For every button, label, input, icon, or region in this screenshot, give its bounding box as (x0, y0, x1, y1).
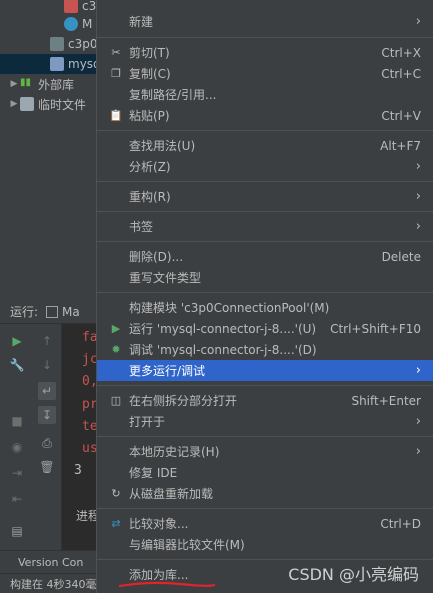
arrow-up-icon[interactable]: ↑ (38, 332, 56, 350)
wrench-icon[interactable]: 🔧 (8, 356, 26, 374)
menu-item-copy[interactable]: ❐ 复制(C) Ctrl+C (97, 63, 433, 84)
run-icon: ▶ (111, 321, 121, 335)
menu-item-analyze[interactable]: 分析(Z) › (97, 156, 433, 177)
menu-item-paste[interactable]: 📋 粘贴(P) Ctrl+V (97, 105, 433, 126)
rerun-icon[interactable]: ▶ (8, 332, 26, 350)
menu-item-cut[interactable]: ✂ 剪切(T) Ctrl+X (97, 42, 433, 63)
menu-item-debug[interactable]: ✹ 调试 'mysql-connector-j-8....'(D) (97, 339, 433, 360)
login-icon[interactable]: ⇥ (8, 464, 26, 482)
scratch-icon (20, 97, 34, 111)
menu-item-refactor[interactable]: 重构(R) › (97, 186, 433, 207)
compare-icon: ⇄ (111, 516, 121, 530)
chevron-right-icon: › (415, 219, 421, 234)
menu-separator (97, 181, 433, 182)
cut-icon: ✂ (111, 45, 121, 59)
tree-item-main-class[interactable]: M (64, 14, 96, 34)
watermark: CSDN @小亮编码 (288, 565, 419, 584)
debug-icon: ✹ (111, 342, 121, 356)
chevron-right-icon: › (415, 159, 421, 174)
version-control-tab[interactable]: Version Con (18, 556, 83, 569)
exit-icon[interactable]: ⇤ (8, 490, 26, 508)
split-icon: ◫ (110, 393, 122, 407)
library-icon: ▮▮ (20, 77, 32, 88)
menu-separator (97, 292, 433, 293)
chevron-right-icon: › (415, 189, 421, 204)
menu-item-more-run-debug[interactable]: 更多运行/调试 › (97, 360, 433, 381)
menu-item-compare-with[interactable]: ⇄ 比较对象... Ctrl+D (97, 513, 433, 534)
chevron-right-icon: › (415, 414, 421, 429)
menu-item-reload-from-disk[interactable]: ↻ 从磁盘重新加载 (97, 483, 433, 504)
menu-item-copy-path[interactable]: 复制路径/引用... (97, 84, 433, 105)
chevron-right-icon[interactable]: ▶ (8, 79, 20, 89)
chevron-right-icon: › (415, 14, 421, 29)
library-jar-icon (50, 57, 64, 71)
context-menu: 新建 › ✂ 剪切(T) Ctrl+X ❐ 复制(C) Ctrl+C 复制路径/… (96, 0, 433, 593)
menu-separator (97, 37, 433, 38)
menu-item-compare-with-editor[interactable]: 与编辑器比较文件(M) (97, 534, 433, 555)
chevron-right-icon[interactable]: ▶ (8, 99, 20, 109)
chevron-right-icon: › (415, 444, 421, 459)
menu-item-new[interactable]: 新建 › (97, 11, 433, 32)
menu-separator (97, 436, 433, 437)
tree-item-external-libraries[interactable]: ▶ ▮▮ 外部库 (8, 74, 96, 94)
tree-item-scratches[interactable]: ▶ 临时文件 (8, 94, 96, 114)
run-label: 运行: (10, 305, 39, 319)
tree-item-mysql-connector[interactable]: mysq (0, 54, 96, 74)
console-line: 3 (74, 463, 82, 478)
menu-separator (97, 385, 433, 386)
menu-separator (97, 241, 433, 242)
xml-file-icon (64, 0, 78, 13)
menu-item-override-file-type[interactable]: 重写文件类型 (97, 267, 433, 288)
menu-item-run[interactable]: ▶ 运行 'mysql-connector-j-8....'(U) Ctrl+S… (97, 318, 433, 339)
soft-wrap-icon[interactable]: ↵ (38, 382, 56, 400)
class-icon (64, 17, 78, 31)
camera-icon[interactable]: ◉ (8, 438, 26, 456)
stop-icon[interactable]: ■ (8, 412, 26, 430)
menu-item-local-history[interactable]: 本地历史记录(H) › (97, 441, 433, 462)
menu-item-open-split-right[interactable]: ◫ 在右侧拆分部分打开 Shift+Enter (97, 390, 433, 411)
copy-icon: ❐ (111, 66, 121, 80)
menu-item-build-module[interactable]: 构建模块 'c3p0ConnectionPool'(M) (97, 297, 433, 318)
build-status-text: 构建在 4秒340毫 (10, 577, 97, 591)
menu-item-delete[interactable]: 删除(D)... Delete (97, 246, 433, 267)
paste-icon: 📋 (109, 108, 123, 122)
menu-item-find-usages[interactable]: 查找用法(U) Alt+F7 (97, 135, 433, 156)
menu-separator (97, 559, 433, 560)
run-toolbar-left: ▶ 🔧 ■ ◉ ⇥ ⇤ ▤ (0, 324, 32, 550)
chevron-right-icon: › (415, 363, 421, 378)
menu-separator (97, 508, 433, 509)
scroll-to-end-icon[interactable]: ↧ (38, 406, 56, 424)
menu-item-bookmarks[interactable]: 书签 › (97, 216, 433, 237)
menu-separator (97, 130, 433, 131)
run-tab[interactable]: Ma (46, 305, 80, 319)
menu-item-open-in[interactable]: 打开于 › (97, 411, 433, 432)
jar-icon (50, 37, 64, 51)
tree-item-c3p0-jar[interactable]: c3p0 (50, 34, 96, 54)
menu-separator (97, 211, 433, 212)
print-icon[interactable]: ⎙ (38, 434, 56, 452)
run-toolbar-right: ↑ ↓ ↵ ↧ ⎙ 🗑 (32, 324, 62, 550)
reload-icon: ↻ (111, 486, 121, 500)
trash-icon[interactable]: 🗑 (38, 458, 56, 476)
arrow-down-icon[interactable]: ↓ (38, 356, 56, 374)
run-config-icon (46, 305, 59, 318)
menu-item-repair-ide[interactable]: 修复 IDE (97, 462, 433, 483)
layout-icon[interactable]: ▤ (8, 522, 26, 540)
